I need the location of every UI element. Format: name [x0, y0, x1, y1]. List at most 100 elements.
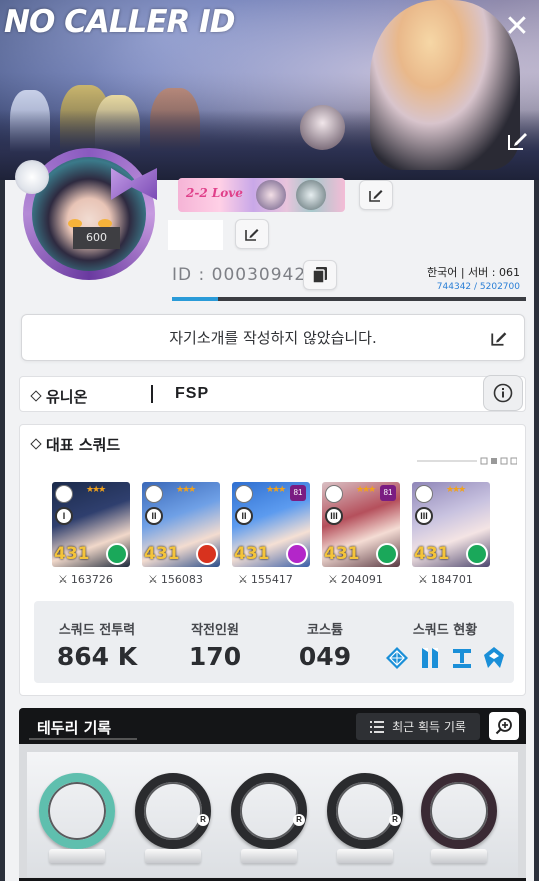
- server-count: 744342 / 5202700: [436, 282, 520, 292]
- zoom-in-icon: [495, 718, 512, 735]
- avatar[interactable]: 600: [15, 140, 165, 290]
- ring-frame: [231, 773, 307, 849]
- ring-stand: [49, 849, 105, 863]
- spiked-black-ring[interactable]: R: [323, 767, 407, 867]
- union-name: FSP: [175, 385, 210, 402]
- frame-records-header: 테두리 기록 최근 획득 기록: [19, 708, 526, 744]
- crossed-swords-icon: ⚔: [58, 573, 68, 586]
- union-heading: 유니온: [30, 386, 87, 407]
- squad-power-row: ⚔ 163726 ⚔ 156083 ⚔ 155417 ⚔ 204091 ⚔ 184701: [58, 573, 508, 586]
- divider: [151, 385, 153, 403]
- squad-member-card[interactable]: ★★★ III 431 81: [322, 482, 400, 567]
- class-icon: [145, 485, 163, 503]
- limit-tag: 81: [290, 485, 306, 501]
- squad-stats: 스쿼드 전투력 864 K 작전인원 170 코스튬 049 스쿼드 현황: [34, 601, 514, 683]
- class-icon: [235, 485, 253, 503]
- crossed-swords-icon: ⚔: [238, 573, 248, 586]
- edit-icon: [508, 133, 527, 150]
- title-badge[interactable]: 2-2 Love: [178, 178, 345, 212]
- avatar-frame-flower: [15, 160, 49, 194]
- class-icon: [415, 485, 433, 503]
- burst-rank-badge: III: [325, 507, 343, 525]
- ring-frame: [135, 773, 211, 849]
- member-power: ⚔ 156083: [148, 573, 203, 586]
- title-underline: [29, 738, 137, 740]
- limit-tag: 81: [380, 485, 396, 501]
- banner-chibi-character: [300, 105, 345, 150]
- squad-member-card[interactable]: ★★★ II 431 81: [232, 482, 310, 567]
- member-power: ⚔ 204091: [328, 573, 383, 586]
- edit-nickname-button[interactable]: [235, 219, 269, 249]
- union-section: 유니온 FSP: [19, 375, 526, 412]
- level-badge: 600: [73, 227, 120, 249]
- title-badge-text: 2-2 Love: [186, 186, 243, 200]
- ring-stand: [431, 849, 487, 863]
- id-progress-bar: [172, 297, 526, 301]
- crossed-swords-icon: ⚔: [328, 573, 338, 586]
- squad-member-card[interactable]: ★★★ II 431: [142, 482, 220, 567]
- member-power: ⚔ 163726: [58, 573, 113, 586]
- ring-frame: [421, 773, 497, 849]
- self-intro-text: 자기소개를 작성하지 않았습니다.: [169, 329, 377, 347]
- recent-acquired-label: 최근 획득 기록: [392, 720, 466, 734]
- frame-shelf: RRR: [27, 752, 518, 877]
- close-button[interactable]: ✕: [503, 12, 531, 42]
- info-icon: [493, 383, 513, 403]
- squad-member-card[interactable]: ★★★ I 431: [52, 482, 130, 567]
- character-level: 431: [144, 544, 180, 564]
- diamond-grid-icon: [386, 647, 408, 669]
- element-icon: [376, 543, 398, 565]
- union-info-button[interactable]: [483, 375, 523, 411]
- rarity-mark: R: [389, 814, 401, 826]
- crossed-swords-icon: ⚔: [418, 573, 428, 586]
- copy-id-button[interactable]: [303, 260, 337, 290]
- element-icon: [466, 543, 488, 565]
- ring-frame: [39, 773, 115, 849]
- frame-records-section: 테두리 기록 최근 획득 기록 R R R: [19, 708, 526, 881]
- element-icon: [286, 543, 308, 565]
- ring-stand: [337, 849, 393, 863]
- squad-member-card[interactable]: ★★★ III 431: [412, 482, 490, 567]
- diamond-bullet-icon: [30, 438, 42, 450]
- decorative-lines: [417, 452, 518, 465]
- stars-icon: ★★★: [446, 484, 466, 494]
- edit-banner-button[interactable]: [505, 127, 531, 153]
- edit-title-button[interactable]: [359, 180, 393, 210]
- zoom-in-button[interactable]: [489, 712, 519, 740]
- rarity-mark: R: [197, 814, 209, 826]
- stars-icon: ★★★: [356, 484, 376, 494]
- stat-squad-status: 스쿼드 현황: [380, 619, 510, 670]
- burst-rank-badge: II: [145, 507, 163, 525]
- character-level: 431: [324, 544, 360, 564]
- character-level: 431: [234, 544, 270, 564]
- pink-black-ring[interactable]: [417, 767, 501, 867]
- orange-black-ring[interactable]: R: [227, 767, 311, 867]
- edit-icon: [245, 229, 259, 241]
- crossed-swords-icon: ⚔: [148, 573, 158, 586]
- avatar-image: [32, 157, 146, 271]
- member-power: ⚔ 155417: [238, 573, 293, 586]
- copy-icon: [313, 267, 327, 283]
- squad-cards: ★★★ I 431 ★★★ II 431 ★★★ II 431 81 ★★★ III 431 81 ★★★ I…: [52, 482, 490, 567]
- crest-icon: [484, 647, 504, 668]
- user-id: ID : 00030942: [172, 265, 307, 285]
- banner-main-character: [370, 0, 520, 170]
- rarity-mark: R: [293, 814, 305, 826]
- banner-title: NO CALLER ID: [4, 4, 235, 40]
- stat-squad-power: 스쿼드 전투력 864 K: [56, 623, 138, 671]
- jade-ring[interactable]: [35, 767, 119, 867]
- stars-icon: ★★★: [266, 484, 286, 494]
- profile-panel: 600 2-2 Love ID : 00030942 한국어 | 서버 : 06…: [5, 148, 534, 881]
- stat-costume: 코스튬 049: [298, 623, 352, 671]
- ring-frame: [327, 773, 403, 849]
- black-ring[interactable]: R: [131, 767, 215, 867]
- nickname-field: [168, 220, 223, 250]
- edit-icon[interactable]: [490, 329, 508, 347]
- region-server: 한국어 | 서버 : 061 744342 / 5202700: [427, 264, 520, 292]
- self-intro-box[interactable]: 자기소개를 작성하지 않았습니다.: [21, 314, 525, 361]
- list-icon: [370, 720, 385, 733]
- member-power: ⚔ 184701: [418, 573, 473, 586]
- recent-acquired-button[interactable]: 최근 획득 기록: [356, 713, 480, 740]
- element-icon: [106, 543, 128, 565]
- title-badge-portrait: [296, 180, 326, 210]
